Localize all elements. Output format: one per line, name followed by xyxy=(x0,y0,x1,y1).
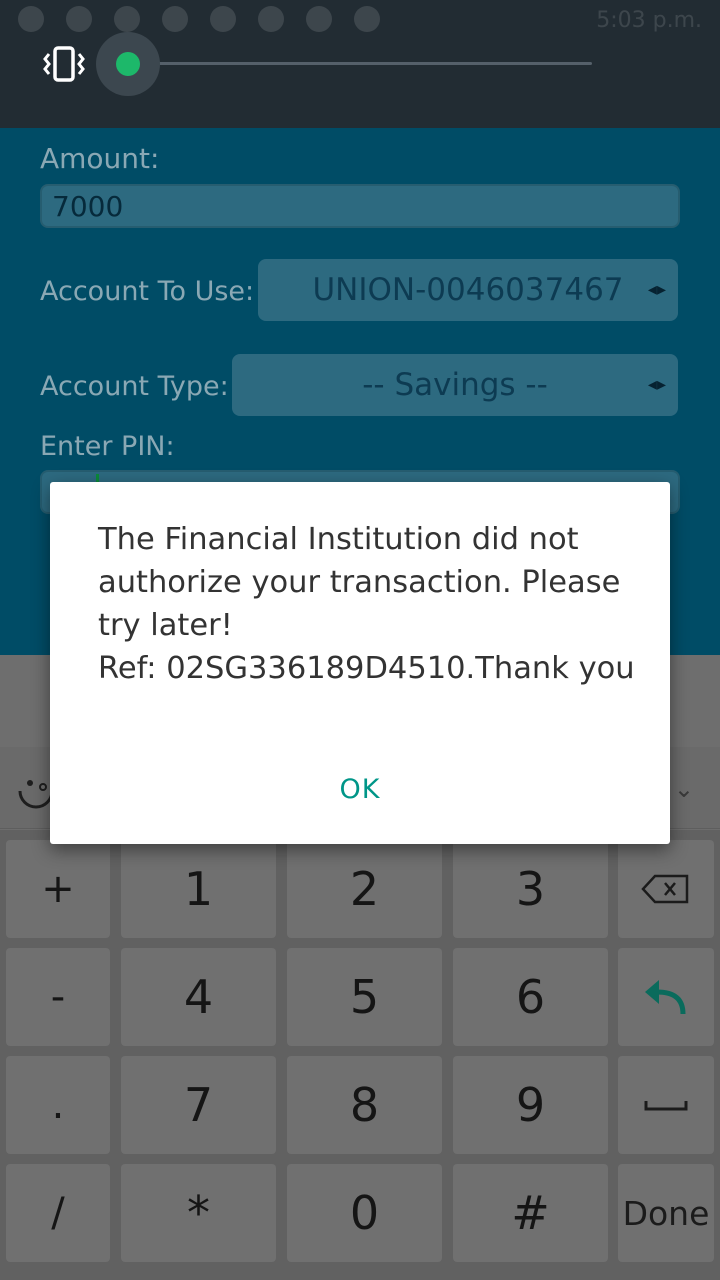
error-dialog: The Financial Institution did not author… xyxy=(50,482,670,844)
dialog-message: The Financial Institution did not author… xyxy=(98,522,635,686)
ok-button[interactable]: OK xyxy=(320,768,400,812)
